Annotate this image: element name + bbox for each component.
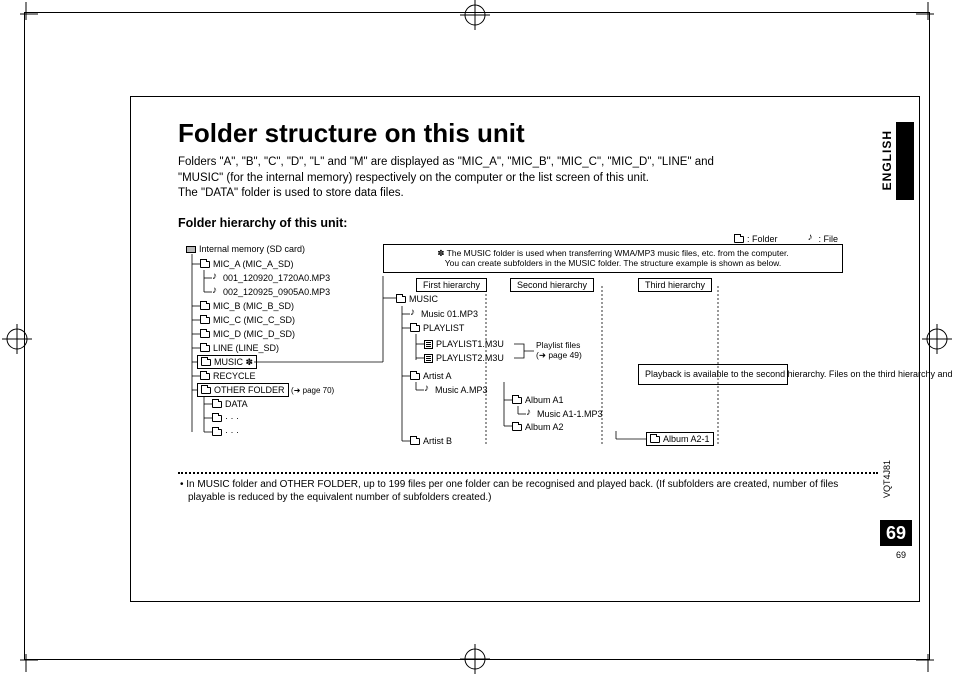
- file-icon: [424, 386, 432, 395]
- rnode-album-a21: Album A2-1: [646, 432, 714, 447]
- page-number-small: 69: [896, 550, 906, 560]
- rnode-album-a2: Album A2: [512, 422, 564, 433]
- crop-mark-mr: [922, 324, 952, 354]
- rnode-album-a1: Album A1: [512, 395, 564, 406]
- label-first-hierarchy: First hierarchy: [416, 278, 487, 293]
- page-title: Folder structure on this unit: [178, 118, 908, 149]
- label-third-hierarchy: Third hierarchy: [638, 278, 712, 293]
- rnode-pl1: PLAYLIST1.M3U: [424, 339, 504, 350]
- crop-mark-tl: [14, 2, 38, 26]
- intro-text: Folders "A", "B", "C", "D", "L" and "M" …: [178, 155, 858, 202]
- folder-icon: [410, 325, 420, 332]
- rnode-artist-a: Artist A: [410, 371, 452, 382]
- crop-mark-bc: [460, 644, 490, 674]
- folder-hierarchy-diagram: : Folder : File: [178, 236, 878, 466]
- playlist-icon: [424, 340, 433, 349]
- folder-icon: [512, 397, 522, 404]
- file-icon: [410, 310, 418, 319]
- dotted-separator: [178, 472, 878, 474]
- crop-mark-br: [916, 648, 940, 672]
- crop-mark-tr: [916, 2, 940, 26]
- rnode-music: MUSIC: [396, 294, 438, 305]
- crop-mark-tc: [460, 0, 490, 30]
- folder-icon: [650, 436, 660, 443]
- playlist-icon: [424, 354, 433, 363]
- crop-mark-bl: [14, 648, 38, 672]
- label-second-hierarchy: Second hierarchy: [510, 278, 594, 293]
- rnode-artist-b: Artist B: [410, 436, 452, 447]
- rnode-playlist: PLAYLIST: [410, 323, 464, 334]
- rnode-music-a1: Music A1-1.MP3: [526, 409, 603, 420]
- intro-line3: The "DATA" folder is used to store data …: [178, 187, 404, 199]
- folder-icon: [396, 296, 406, 303]
- file-icon: [526, 410, 534, 419]
- crop-mark-ml: [2, 324, 32, 354]
- folder-icon: [410, 438, 420, 445]
- page-content: Folder structure on this unit Folders "A…: [178, 118, 908, 504]
- intro-line1: Folders "A", "B", "C", "D", "L" and "M" …: [178, 156, 714, 168]
- playlist-ref: Playlist files (➜ page 49): [536, 340, 582, 360]
- folder-icon: [512, 424, 522, 431]
- rnode-pl2: PLAYLIST2.M3U: [424, 353, 504, 364]
- page-number-box: 69: [880, 520, 912, 546]
- intro-line2: "MUSIC" (for the internal memory) respec…: [178, 172, 649, 184]
- rnode-music01: Music 01.MP3: [410, 309, 478, 320]
- footnote: • In MUSIC folder and OTHER FOLDER, up t…: [178, 478, 858, 504]
- section-subhead: Folder hierarchy of this unit:: [178, 216, 908, 230]
- folder-icon: [410, 373, 420, 380]
- rnode-music-a: Music A.MP3: [424, 385, 488, 396]
- playback-note: Playback is available to the second hier…: [638, 364, 788, 386]
